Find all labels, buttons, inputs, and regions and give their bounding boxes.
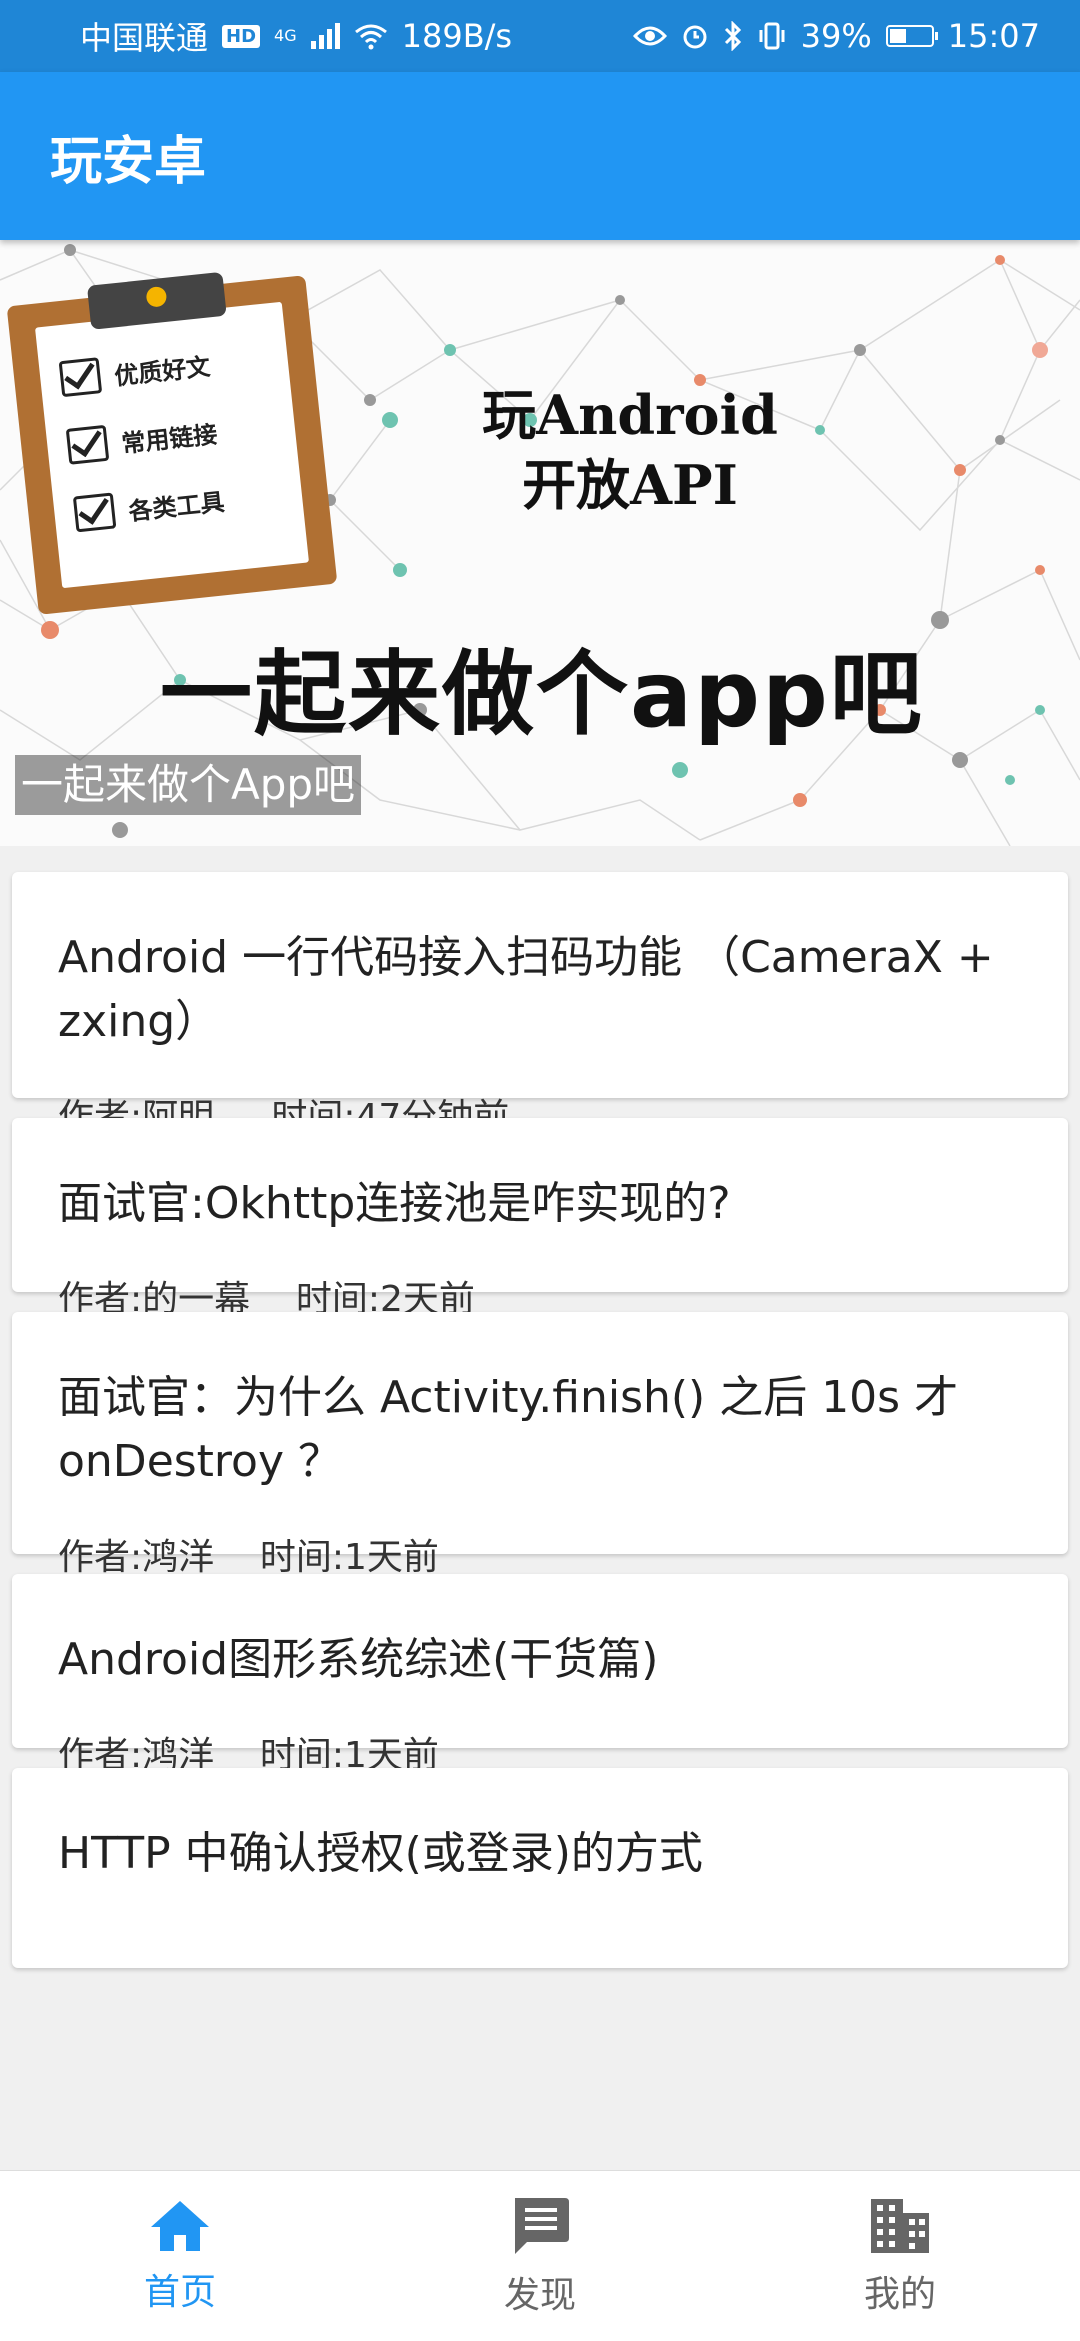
network-speed: 189B/s <box>401 17 513 55</box>
signal-icon <box>310 23 340 49</box>
article-title: HTTP 中确认授权(或登录)的方式 <box>58 1828 703 1879</box>
alarm-icon <box>683 25 707 49</box>
vibrate-icon <box>759 22 785 50</box>
battery-percent: 39% <box>800 17 872 55</box>
nav-discover[interactable]: 发现 <box>360 2171 720 2341</box>
clipboard-illustration: 优质好文 常用链接 各类工具 <box>6 262 338 615</box>
clock-time: 15:07 <box>947 17 1040 55</box>
article-list[interactable]: Android 一行代码接入扫码功能 （CameraX + zxing） 作者:… <box>0 846 1080 2170</box>
app-bar: 玩安卓 <box>0 72 1080 240</box>
article-card[interactable]: HTTP 中确认授权(或登录)的方式 <box>12 1768 1068 1968</box>
nav-discover-label: 发现 <box>503 2275 576 2316</box>
checklist-label: 优质好文 <box>113 352 212 391</box>
banner-caption: 一起来做个App吧 <box>15 755 362 815</box>
nav-home[interactable]: 首页 <box>0 2171 360 2341</box>
building-icon <box>871 2199 929 2253</box>
chat-icon <box>515 2198 569 2254</box>
wifi-icon <box>354 24 387 50</box>
banner-heading-line1: 玩Android <box>482 383 778 447</box>
checklist-item: 优质好文 <box>58 346 212 398</box>
article-card[interactable]: Android 一行代码接入扫码功能 （CameraX + zxing） 作者:… <box>12 872 1068 1138</box>
article-title: 面试官:Okhttp连接池是咋实现的? <box>58 1178 731 1229</box>
home-icon <box>151 2201 209 2251</box>
article-title: Android 一行代码接入扫码功能 （CameraX + zxing） <box>58 932 994 1047</box>
checklist-label: 常用链接 <box>120 419 219 458</box>
banner-carousel[interactable]: 优质好文 常用链接 各类工具 玩Android 开放API 一起来做个app吧 … <box>0 240 1080 846</box>
article-card[interactable]: 面试官:Okhttp连接池是咋实现的? 作者:的一幕 时间:2天前 <box>12 1118 1068 1320</box>
article-title: 面试官：为什么 Activity.finish() 之后 10s 才 onDes… <box>58 1372 959 1487</box>
banner-heading-line2: 开放API <box>522 453 738 517</box>
nav-home-label: 首页 <box>143 2272 216 2313</box>
bottom-navigation: 首页 发现 我的 <box>0 2170 1080 2341</box>
clipboard-board: 优质好文 常用链接 各类工具 <box>6 271 338 615</box>
carrier-name: 中国联通 <box>80 19 209 57</box>
net-type-label: 4G <box>274 26 297 45</box>
clipboard-paper: 优质好文 常用链接 各类工具 <box>34 301 310 589</box>
app-title: 玩安卓 <box>50 131 207 192</box>
hd-icon: HD <box>222 24 261 48</box>
eye-icon <box>632 26 667 46</box>
status-bar: 中国联通 HD 4G 189B/s 39% 15:07 <box>0 0 1080 72</box>
nav-mine-label: 我的 <box>863 2274 936 2315</box>
bluetooth-icon <box>724 21 741 51</box>
article-title: Android图形系统综述(干货篇) <box>58 1634 659 1685</box>
checklist-label: 各类工具 <box>127 487 226 526</box>
checklist-item: 常用链接 <box>65 413 219 465</box>
article-card[interactable]: Android图形系统综述(干货篇) 作者:鸿洋 时间:1天前 <box>12 1574 1068 1776</box>
banner-slogan: 一起来做个app吧 <box>160 641 924 748</box>
checkbox-icon <box>72 492 117 533</box>
battery-icon <box>885 25 938 47</box>
banner-heading: 玩Android 开放API <box>440 380 820 520</box>
checklist-item: 各类工具 <box>72 481 226 533</box>
article-card[interactable]: 面试官：为什么 Activity.finish() 之后 10s 才 onDes… <box>12 1312 1068 1578</box>
nav-mine[interactable]: 我的 <box>720 2171 1080 2341</box>
article-meta: 作者:鸿洋 时间:1天前 <box>58 1537 439 1578</box>
checkbox-icon <box>58 357 103 398</box>
checkbox-icon <box>65 424 110 465</box>
